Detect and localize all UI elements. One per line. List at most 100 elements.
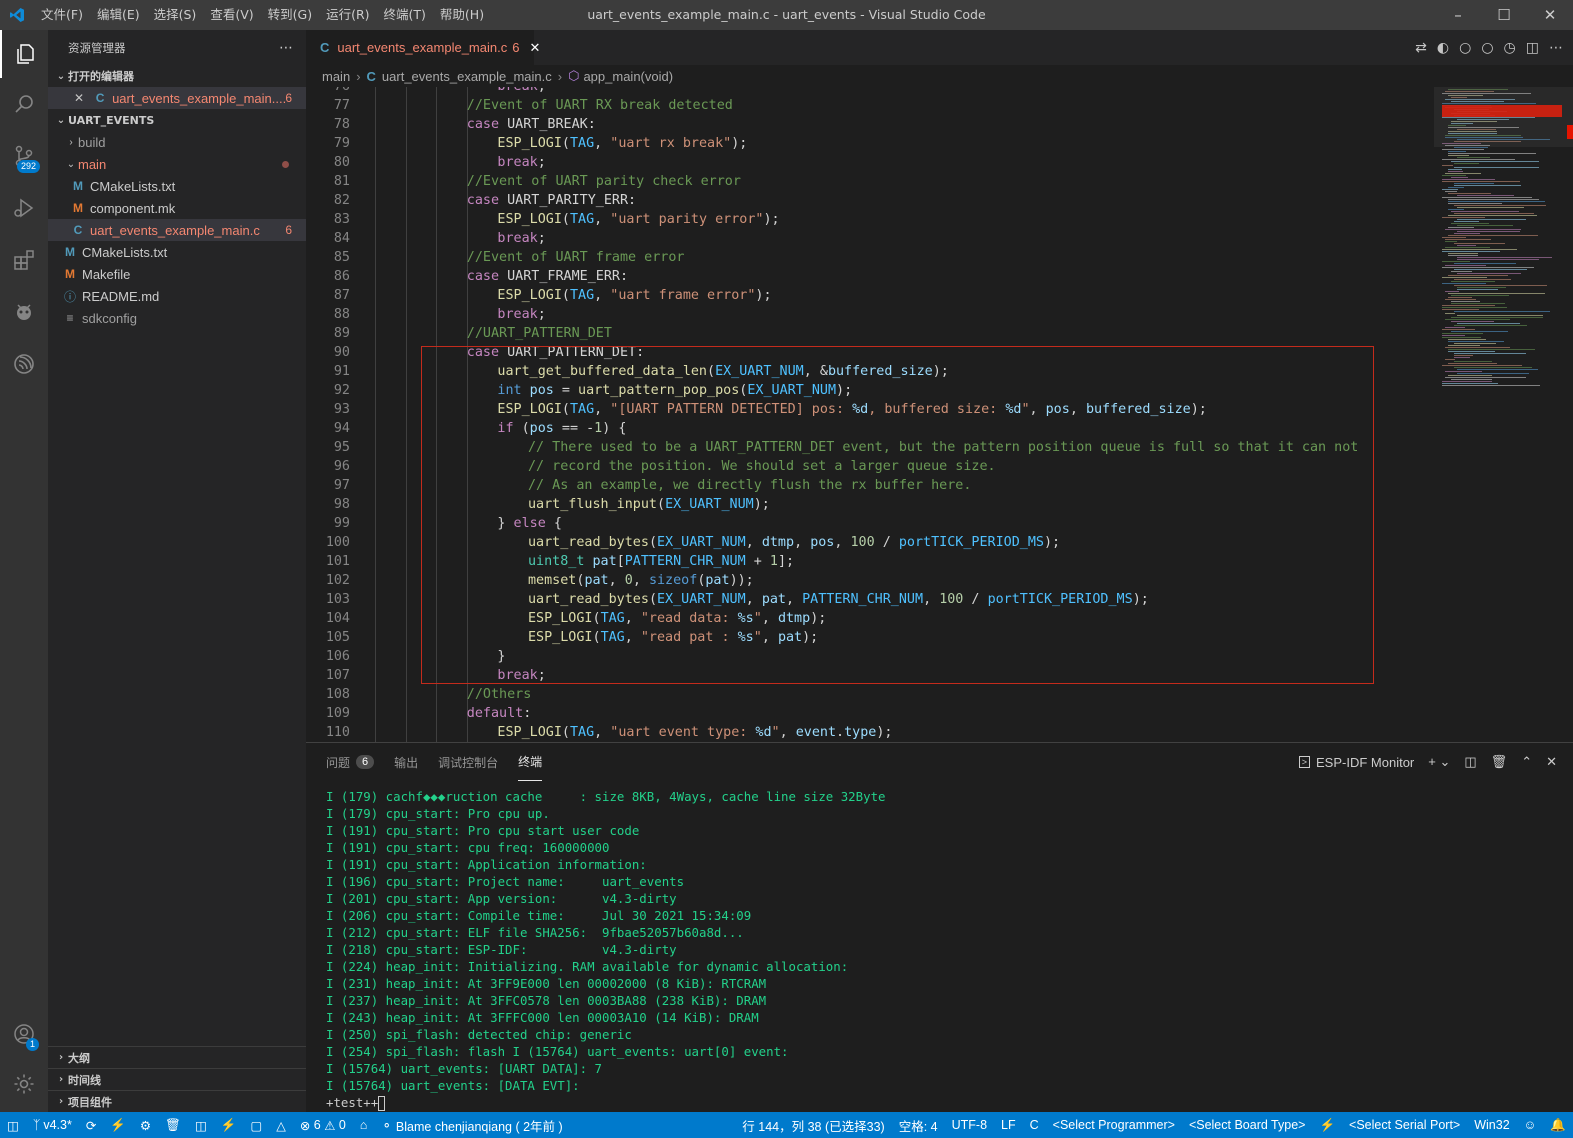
close-window-icon[interactable]: ✕ [1527,0,1573,30]
close-icon[interactable]: ✕ [74,91,84,105]
menu-edit[interactable]: 编辑(E) [90,0,147,30]
close-panel-icon[interactable]: ✕ [1546,754,1557,770]
menu-view[interactable]: 查看(V) [203,0,260,30]
menu-go[interactable]: 转到(G) [261,0,319,30]
open-editors-header[interactable]: ⌄ 打开的编辑器 [48,65,306,87]
next-change-icon[interactable]: ○ [1481,40,1493,56]
flash-icon[interactable]: ⚡ [214,1112,244,1138]
settings-gear-icon[interactable] [0,1060,48,1108]
code-line[interactable]: 77 //Event of UART RX break detected [306,96,1434,115]
monitor-icon[interactable]: ▢ [243,1112,269,1138]
cursor-position[interactable]: 行 144，列 38 (已选择33) [735,1112,891,1138]
code-line[interactable]: 89 //UART_PATTERN_DET [306,324,1434,343]
code-line[interactable]: 108 //Others [306,685,1434,704]
breadcrumb-symbol[interactable]: app_main(void) [583,69,673,84]
menu-run[interactable]: 运行(R) [319,0,376,30]
remote-icon[interactable]: ◫ [0,1112,26,1138]
tab-output[interactable]: 输出 [394,743,418,781]
extensions-icon[interactable] [0,236,48,284]
menu-help[interactable]: 帮助(H) [433,0,491,30]
code-line[interactable]: 84 break; [306,229,1434,248]
close-tab-icon[interactable]: ✕ [529,40,540,56]
minimap[interactable] [1434,87,1573,742]
outline-section[interactable]: › 大纲 [48,1046,306,1068]
terminal-prompt-line[interactable]: +test++ [326,1094,886,1111]
code-line[interactable]: 88 break; [306,305,1434,324]
sync-icon[interactable]: ⟳ [79,1112,103,1138]
tab-uart-events-main[interactable]: C uart_events_example_main.c 6 ✕ [306,30,540,65]
code-line[interactable]: 81 //Event of UART parity check error [306,172,1434,191]
trash-icon[interactable]: 🗑 [158,1112,188,1138]
code-line[interactable]: 82 case UART_PARITY_ERR: [306,191,1434,210]
tree-file-cmakelists-main[interactable]: M CMakeLists.txt [48,175,306,197]
feedback-icon[interactable]: ☺ [1517,1112,1544,1138]
accounts-icon[interactable]: 1 [0,1010,48,1058]
minimap-slider[interactable] [1434,87,1573,147]
problems-indicator[interactable]: ⊗ 6 ⚠ 0 [293,1112,353,1138]
more-actions-icon[interactable]: ⋯ [279,40,294,56]
home-icon[interactable]: ⌂ [353,1112,375,1138]
plug-icon[interactable]: ⚡ [1312,1112,1342,1138]
previous-change-icon[interactable]: ○ [1459,40,1471,56]
menu-terminal[interactable]: 终端(T) [377,0,433,30]
tree-folder-build[interactable]: › build [48,131,306,153]
code-line[interactable]: 86 case UART_FRAME_ERR: [306,267,1434,286]
more-actions-icon[interactable]: ⋯ [1549,40,1563,56]
select-board[interactable]: <Select Board Type> [1182,1112,1313,1138]
select-serial-port[interactable]: <Select Serial Port> [1342,1112,1467,1138]
history-icon[interactable]: ◷ [1504,40,1516,56]
tree-file-component-mk[interactable]: M component.mk [48,197,306,219]
workspace-header[interactable]: ⌄ UART_EVENTS [48,109,306,131]
code-line[interactable]: 80 break; [306,153,1434,172]
components-section[interactable]: › 项目组件 [48,1090,306,1112]
breadcrumb-file[interactable]: uart_events_example_main.c [382,69,552,84]
trash-icon[interactable]: 🗑 [1491,754,1508,770]
tab-debug-console[interactable]: 调试控制台 [438,743,498,781]
menu-selection[interactable]: 选择(S) [147,0,204,30]
tree-file-makefile[interactable]: M Makefile [48,263,306,285]
code-line[interactable]: 87 ESP_LOGI(TAG, "uart frame error"); [306,286,1434,305]
code-line[interactable]: 78 case UART_BREAK: [306,115,1434,134]
language-mode[interactable]: C [1023,1112,1046,1138]
code-line[interactable]: 83 ESP_LOGI(TAG, "uart parity error"); [306,210,1434,229]
breadcrumb-folder[interactable]: main [322,69,350,84]
tree-file-readme[interactable]: ⓘ README.md [48,285,306,307]
split-terminal-icon[interactable]: ◫ [1464,754,1476,770]
code-line[interactable]: 79 ESP_LOGI(TAG, "uart rx break"); [306,134,1434,153]
tree-file-cmakelists-root[interactable]: M CMakeLists.txt [48,241,306,263]
flame-icon[interactable]: △ [269,1112,293,1138]
tree-file-sdkconfig[interactable]: ≡ sdkconfig [48,307,306,329]
bug-icon[interactable] [0,288,48,336]
code-line[interactable]: 110 ESP_LOGI(TAG, "uart event type: %d", … [306,723,1434,742]
code-line[interactable]: 76 break; [306,87,1434,96]
tab-terminal[interactable]: 终端 [518,743,543,781]
notifications-bell-icon[interactable]: 🔔 [1543,1112,1573,1138]
tab-problems[interactable]: 问题 6 [326,743,375,781]
git-commit-icon[interactable]: ◐ [1437,40,1449,56]
end-of-line[interactable]: LF [994,1112,1023,1138]
new-terminal-icon[interactable]: + ⌄ [1428,754,1450,770]
code-line[interactable]: 85 //Event of UART frame error [306,248,1434,267]
split-editor-icon[interactable]: ◫ [1526,40,1539,56]
timeline-section[interactable]: › 时间线 [48,1068,306,1090]
menu-file[interactable]: 文件(F) [34,0,90,30]
maximize-icon[interactable]: ☐ [1481,0,1527,30]
tree-folder-main[interactable]: ⌄ main [48,153,306,175]
terminal-output[interactable]: I (179) cachf◆◆◆ruction cache : size 8KB… [326,788,886,1111]
explorer-icon[interactable] [0,30,48,78]
maximize-panel-icon[interactable]: ⌃ [1521,754,1532,770]
database-icon[interactable]: ◫ [188,1112,214,1138]
espressif-icon[interactable] [0,340,48,388]
select-programmer[interactable]: <Select Programmer> [1046,1112,1182,1138]
branch-indicator[interactable]: ᛉ v4.3* [26,1112,79,1138]
open-changes-icon[interactable]: ⇄ [1415,40,1427,56]
tree-file-uart-events-main[interactable]: C uart_events_example_main.c 6 [48,219,306,241]
run-debug-icon[interactable] [0,184,48,232]
encoding[interactable]: UTF-8 [945,1112,994,1138]
gear-icon[interactable]: ⚙ [133,1112,158,1138]
indentation[interactable]: 空格: 4 [892,1112,945,1138]
terminal-selector[interactable]: > ESP-IDF Monitor [1298,755,1414,770]
code-line[interactable]: 109 default: [306,704,1434,723]
platform[interactable]: Win32 [1467,1112,1516,1138]
search-icon[interactable] [0,80,48,128]
